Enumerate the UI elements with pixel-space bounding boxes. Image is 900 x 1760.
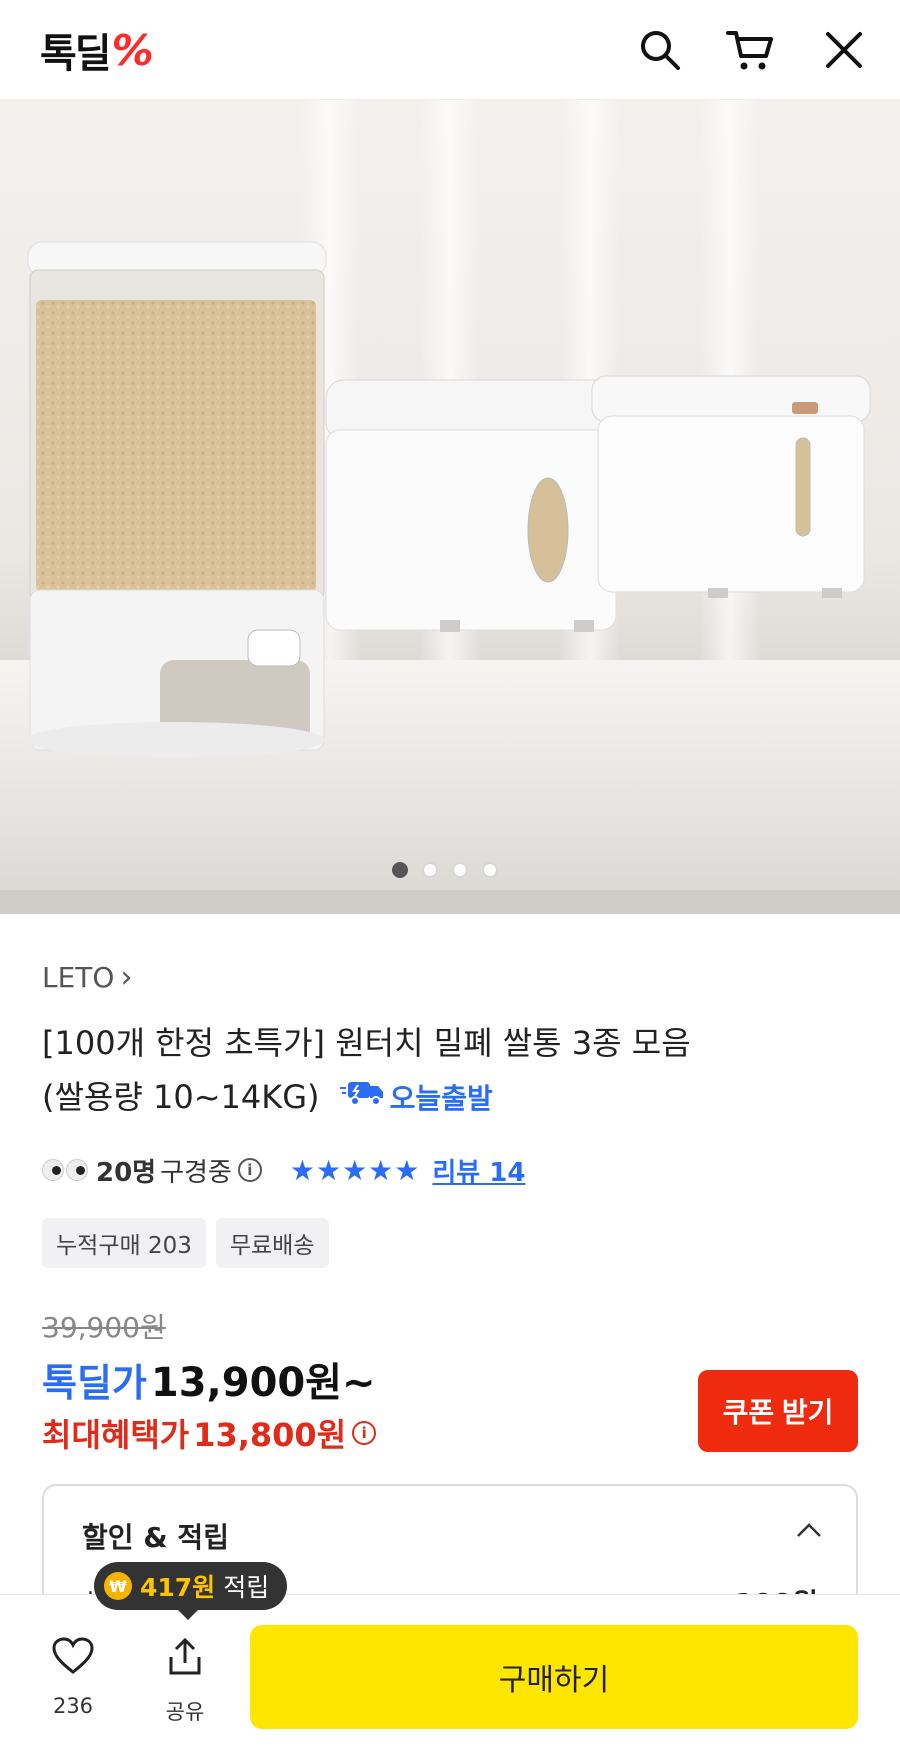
deal-price: 13,900원~ [150, 1360, 376, 1406]
share-icon [165, 1637, 205, 1682]
carousel-dot[interactable] [392, 862, 408, 878]
heart-icon [52, 1637, 94, 1680]
carousel-dot[interactable] [452, 862, 468, 878]
viewers-count: 20명 [96, 1157, 157, 1188]
deal-price-row: 톡딜가 13,900원~ [42, 1350, 376, 1408]
points-tooltip: ₩ 417원 적립 [94, 1562, 288, 1620]
eyes-icon [42, 1159, 88, 1181]
product-title: [100개 한정 초특가] 원터치 밀폐 쌀통 3종 모음 (쌀용량 10~14… [42, 1016, 862, 1126]
product-title-line2: (쌀용량 10~14KG) [42, 1078, 320, 1116]
coin-icon: ₩ [104, 1572, 132, 1600]
today-shipping-badge: 오늘출발 [339, 1072, 493, 1126]
deal-price-label: 톡딜가 [42, 1361, 147, 1405]
product-image-carousel[interactable] [0, 100, 900, 914]
points-amount: 417원 [140, 1573, 216, 1602]
logo-text: 톡딜 [40, 31, 112, 77]
viewers-label: 구경중 [160, 1157, 232, 1188]
brand-link[interactable]: LETO › [42, 960, 132, 995]
max-benefit-price: 13,800원 [193, 1416, 347, 1454]
share-button[interactable]: 공유 [140, 1637, 230, 1726]
truck-icon [339, 1072, 386, 1126]
chevron-right-icon: › [120, 960, 133, 995]
share-label: 공유 [165, 1700, 205, 1724]
tag-cumulative-purchases: 누적구매 203 [42, 1218, 206, 1268]
cart-icon[interactable] [726, 26, 774, 74]
review-link[interactable]: 리뷰 14 [432, 1152, 525, 1189]
rating-stars: ★★★★★ [289, 1153, 421, 1187]
tag-free-shipping: 무료배송 [215, 1218, 329, 1268]
today-shipping-label: 오늘출발 [389, 1082, 493, 1115]
product-tags: 누적구매 203 무료배송 [42, 1218, 329, 1268]
search-icon[interactable] [636, 26, 684, 74]
chevron-up-icon[interactable] [796, 1522, 822, 1542]
discount-title: 할인 & 적립 [82, 1521, 229, 1554]
info-icon[interactable]: i [237, 1158, 262, 1182]
carousel-dot[interactable] [422, 862, 438, 878]
product-title-line1: [100개 한정 초특가] 원터치 밀폐 쌀통 3종 모음 [42, 1024, 691, 1062]
points-label: 적립 [223, 1573, 270, 1602]
product-title-line2-wrap: (쌀용량 10~14KG) 오늘출발 [42, 1070, 862, 1126]
carousel-dot[interactable] [482, 862, 498, 878]
bottom-action-bar: 236 공유 구매하기 [0, 1594, 900, 1760]
buy-button[interactable]: 구매하기 [250, 1625, 858, 1729]
original-price: 39,900원 [42, 1311, 166, 1344]
logo-percent-mark: % [111, 25, 154, 75]
like-button[interactable]: 236 [28, 1637, 118, 1718]
rice-containers-illustration [25, 241, 871, 758]
top-header: 톡딜 % [0, 0, 900, 100]
brand-name: LETO [42, 961, 115, 994]
logo[interactable]: 톡딜 % [40, 24, 154, 78]
max-benefit-label: 최대혜택가 [42, 1416, 190, 1454]
coupon-button[interactable]: 쿠폰 받기 [698, 1370, 858, 1452]
max-benefit-row: 최대혜택가 13,800원 i [42, 1410, 377, 1456]
info-icon[interactable]: i [352, 1421, 377, 1445]
close-icon[interactable] [820, 26, 868, 74]
carousel-indicator [392, 862, 498, 878]
product-meta-row: 20명 구경중 i ★★★★★ 리뷰 14 [42, 1150, 525, 1190]
like-count: 236 [52, 1694, 94, 1718]
